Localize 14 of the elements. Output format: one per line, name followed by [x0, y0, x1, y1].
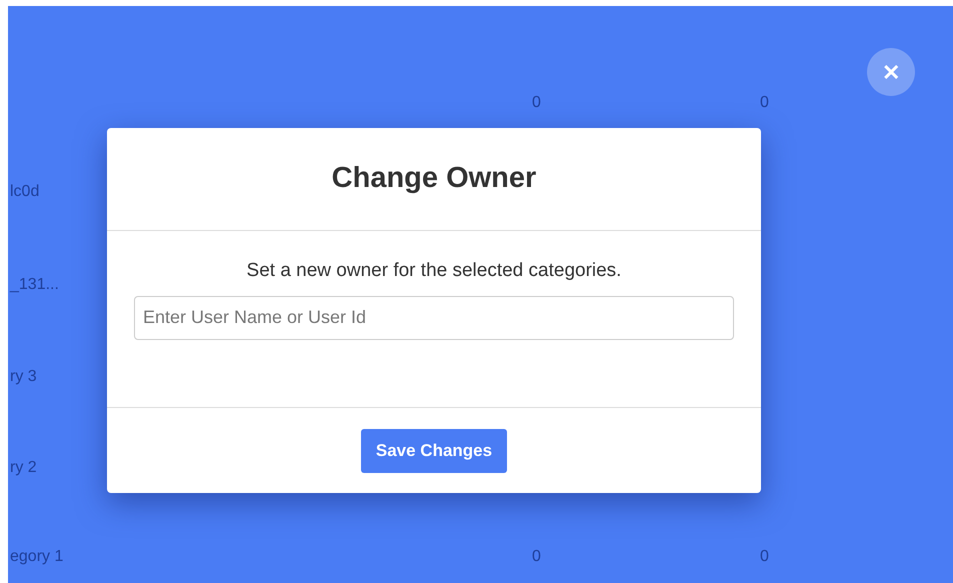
user-field[interactable]: Enter User Name or User Id — [134, 296, 734, 340]
dialog-title: Change Owner — [332, 161, 536, 196]
table-cell-text: lc0d — [10, 183, 40, 200]
table-cell-text: 0 — [760, 548, 769, 565]
save-button[interactable]: Save Changes — [360, 428, 508, 472]
table-cell-text: ry 2 — [10, 459, 37, 476]
table-cell-text: 0 — [532, 94, 541, 111]
close-button[interactable]: ✕ — [867, 48, 915, 96]
table-cell-text: _131... — [10, 276, 59, 293]
table-cell-text: ry 3 — [10, 368, 37, 385]
table-cell-text: 0 — [532, 548, 541, 565]
table-cell-text: egory 1 — [10, 548, 64, 565]
table-cell-text: 0 — [760, 94, 769, 111]
dialog-message: Set a new owner for the selected categories. — [246, 259, 622, 283]
